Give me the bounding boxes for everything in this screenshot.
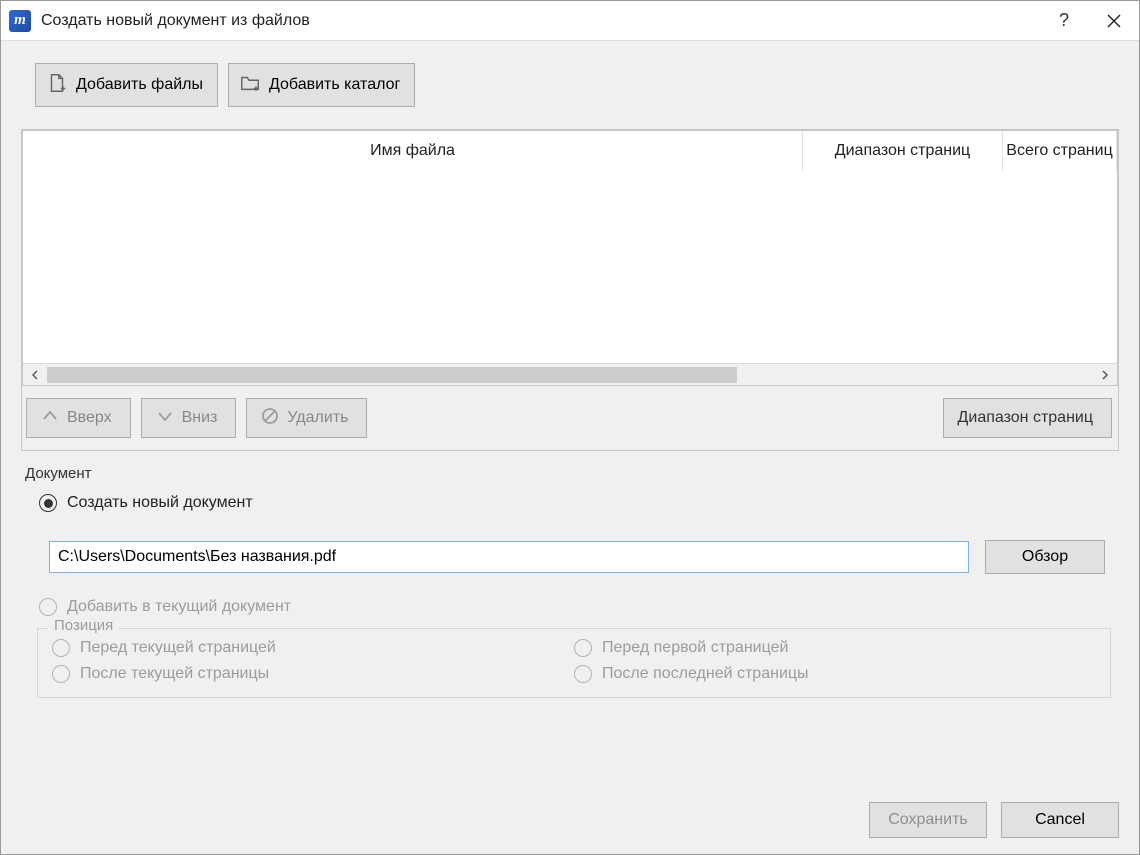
dialog-body: Добавить файлы Добавить каталог Имя файл…	[1, 41, 1139, 854]
radio-icon	[39, 598, 57, 616]
column-page-range[interactable]: Диапазон страниц	[803, 131, 1003, 171]
output-path-input[interactable]	[49, 541, 969, 573]
position-after-current-radio: После текущей страницы	[52, 665, 574, 683]
file-list-panel: Имя файла Диапазон страниц Всего страниц	[21, 129, 1119, 451]
position-group: Позиция Перед текущей страницей Перед пе…	[37, 628, 1111, 698]
folder-add-icon	[239, 72, 261, 99]
add-files-label: Добавить файлы	[76, 76, 203, 94]
file-add-icon	[46, 72, 68, 99]
radio-icon	[574, 665, 592, 683]
scroll-thumb[interactable]	[47, 367, 737, 383]
column-filename[interactable]: Имя файла	[23, 131, 803, 171]
chevron-up-icon	[41, 407, 59, 430]
position-after-last-radio: После последней страницы	[574, 665, 1096, 683]
scroll-left-icon[interactable]	[23, 364, 47, 385]
file-list-body[interactable]	[23, 171, 1117, 363]
position-before-first-label: Перед первой страницей	[602, 639, 788, 657]
move-down-button[interactable]: Вниз	[141, 398, 237, 438]
move-down-label: Вниз	[182, 409, 218, 427]
add-folder-button[interactable]: Добавить каталог	[228, 63, 415, 107]
move-up-label: Вверх	[67, 409, 112, 427]
window-title: Создать новый документ из файлов	[41, 12, 310, 30]
add-folder-label: Добавить каталог	[269, 76, 400, 94]
chevron-down-icon	[156, 407, 174, 430]
radio-icon	[39, 494, 57, 512]
radio-icon	[574, 639, 592, 657]
app-icon: m	[9, 10, 31, 32]
scroll-track[interactable]	[47, 364, 1093, 385]
add-files-button[interactable]: Добавить файлы	[35, 63, 218, 107]
delete-button[interactable]: Удалить	[246, 398, 367, 438]
add-toolbar: Добавить файлы Добавить каталог	[21, 41, 1119, 129]
prohibit-icon	[261, 407, 279, 430]
scroll-right-icon[interactable]	[1093, 364, 1117, 385]
position-legend: Позиция	[48, 617, 119, 634]
position-after-last-label: После последней страницы	[602, 665, 809, 683]
column-headers: Имя файла Диапазон страниц Всего страниц	[23, 131, 1117, 171]
position-after-current-label: После текущей страницы	[80, 665, 269, 683]
page-range-label: Диапазон страниц	[958, 409, 1093, 427]
create-new-document-label: Создать новый документ	[67, 494, 253, 512]
dialog-footer: Сохранить Cancel	[21, 780, 1119, 838]
add-to-current-radio: Добавить в текущий документ	[21, 592, 1119, 622]
output-path-row: Обзор	[21, 518, 1119, 592]
create-new-document-radio[interactable]: Создать новый документ	[21, 488, 1119, 518]
horizontal-scrollbar[interactable]	[23, 363, 1117, 385]
titlebar: m Создать новый документ из файлов ?	[1, 1, 1139, 41]
list-actions: Вверх Вниз Удалить Диапазон страниц	[22, 386, 1118, 450]
radio-icon	[52, 665, 70, 683]
position-before-current-label: Перед текущей страницей	[80, 639, 276, 657]
cancel-button[interactable]: Cancel	[1001, 802, 1119, 838]
help-button[interactable]: ?	[1039, 1, 1089, 41]
delete-label: Удалить	[287, 409, 348, 427]
save-button[interactable]: Сохранить	[869, 802, 987, 838]
position-before-current-radio: Перед текущей страницей	[52, 639, 574, 657]
browse-button[interactable]: Обзор	[985, 540, 1105, 574]
add-to-current-label: Добавить в текущий документ	[67, 598, 291, 616]
radio-icon	[52, 639, 70, 657]
position-before-first-radio: Перед первой страницей	[574, 639, 1096, 657]
column-total-pages[interactable]: Всего страниц	[1003, 131, 1117, 171]
move-up-button[interactable]: Вверх	[26, 398, 131, 438]
document-group-label: Документ	[25, 465, 1119, 482]
close-button[interactable]	[1089, 1, 1139, 41]
page-range-button[interactable]: Диапазон страниц	[943, 398, 1112, 438]
file-list: Имя файла Диапазон страниц Всего страниц	[22, 130, 1118, 386]
